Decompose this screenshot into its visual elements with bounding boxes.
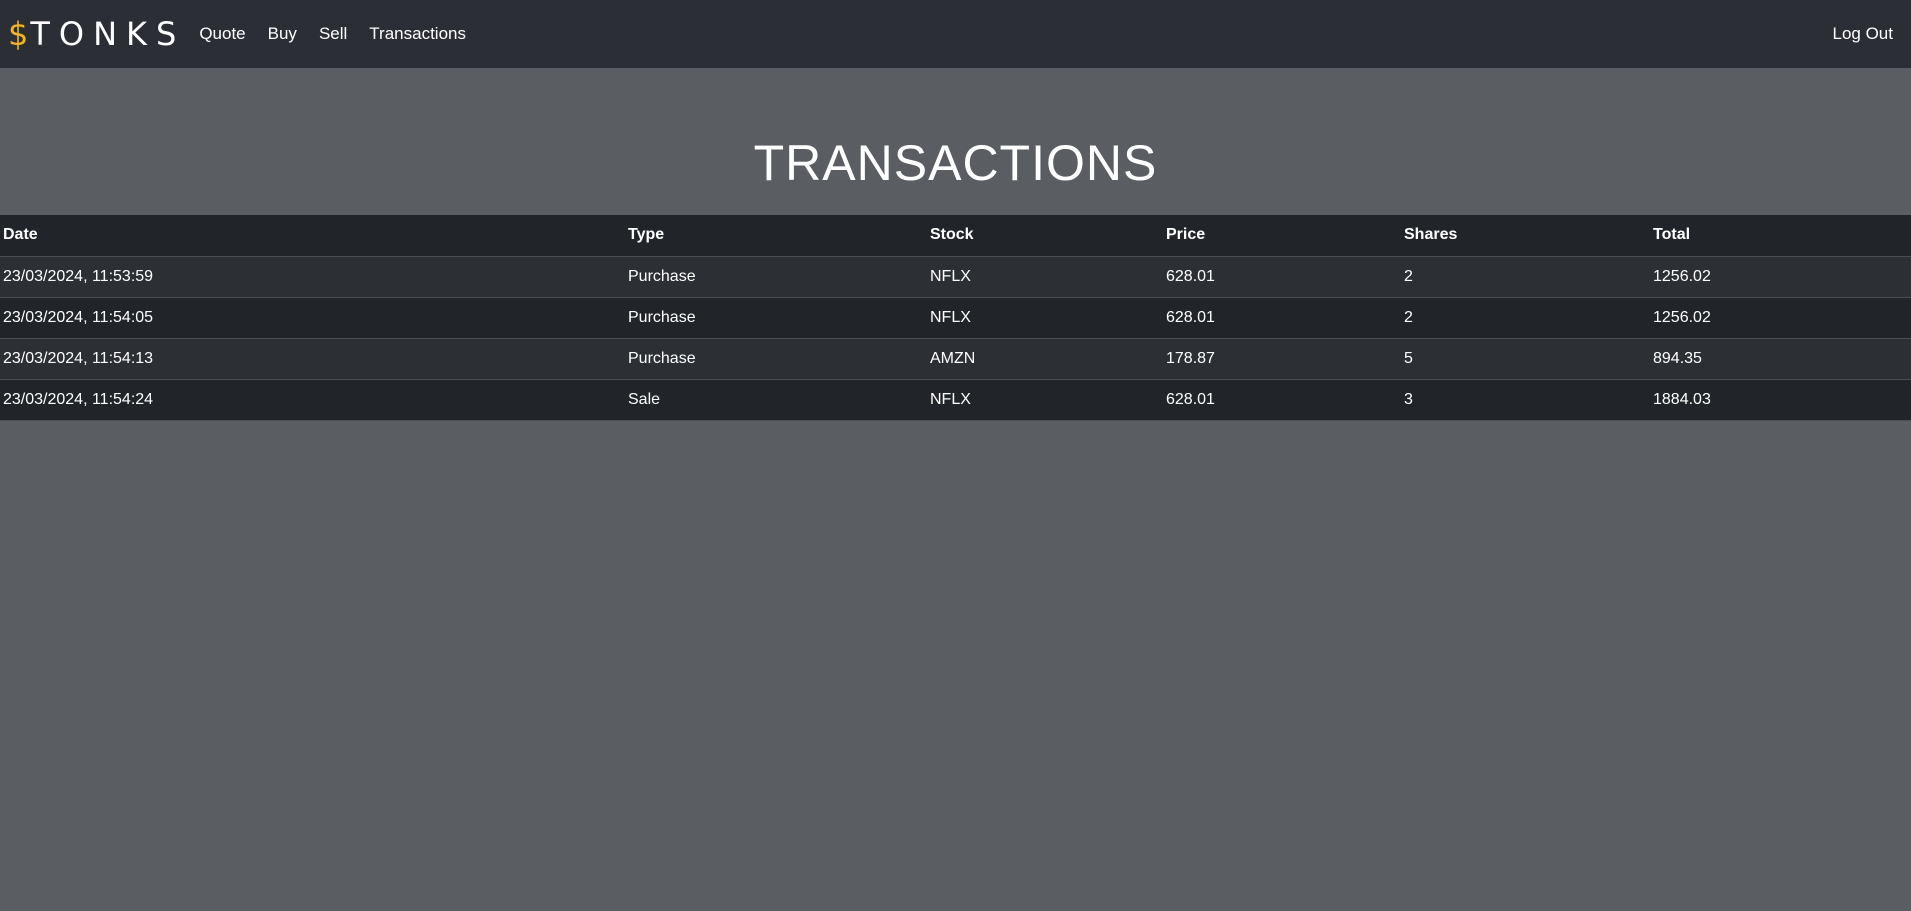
- navbar: $ TONKS Quote Buy Sell Transactions Log …: [0, 0, 1911, 68]
- cell-type: Purchase: [628, 308, 696, 326]
- brand-dollar-symbol: $: [8, 15, 31, 53]
- nav-links: Quote Buy Sell Transactions: [199, 24, 488, 44]
- column-header-shares: Shares: [1401, 215, 1650, 257]
- cell-shares: 5: [1404, 349, 1413, 367]
- cell-date: 23/03/2024, 11:54:24: [3, 390, 154, 408]
- table-row: 23/03/2024, 11:54:24 Sale NFLX 628.01 3 …: [0, 379, 1911, 420]
- table-header-row: Date Type Stock Price Shares Total: [0, 215, 1911, 257]
- cell-stock: NFLX: [930, 308, 971, 326]
- table-row: 23/03/2024, 11:53:59 Purchase NFLX 628.0…: [0, 256, 1911, 297]
- cell-type: Purchase: [628, 349, 696, 367]
- cell-total: 1256.02: [1653, 308, 1711, 326]
- nav-link-buy[interactable]: Buy: [268, 24, 297, 44]
- column-header-total: Total: [1650, 215, 1911, 257]
- cell-shares: 3: [1404, 390, 1413, 408]
- cell-shares: 2: [1404, 308, 1413, 326]
- cell-price: 628.01: [1166, 308, 1215, 326]
- cell-stock: NFLX: [930, 267, 971, 285]
- cell-price: 178.87: [1166, 349, 1215, 367]
- column-header-type: Type: [625, 215, 927, 257]
- cell-stock: NFLX: [930, 390, 971, 408]
- cell-total: 1884.03: [1653, 390, 1711, 408]
- cell-date: 23/03/2024, 11:54:13: [3, 349, 154, 367]
- nav-link-sell[interactable]: Sell: [319, 24, 347, 44]
- cell-stock: AMZN: [930, 349, 976, 367]
- column-header-stock: Stock: [927, 215, 1163, 257]
- cell-shares: 2: [1404, 267, 1413, 285]
- nav-link-quote[interactable]: Quote: [199, 24, 245, 44]
- cell-date: 23/03/2024, 11:54:05: [3, 308, 154, 326]
- table-row: 23/03/2024, 11:54:13 Purchase AMZN 178.8…: [0, 338, 1911, 379]
- logout-link[interactable]: Log Out: [1833, 24, 1894, 44]
- cell-price: 628.01: [1166, 390, 1215, 408]
- cell-total: 894.35: [1653, 349, 1702, 367]
- cell-type: Sale: [628, 390, 661, 408]
- column-header-price: Price: [1163, 215, 1401, 257]
- nav-link-transactions[interactable]: Transactions: [369, 24, 466, 44]
- cell-price: 628.01: [1166, 267, 1215, 285]
- transactions-table: Date Type Stock Price Shares Total 23/03…: [0, 215, 1911, 421]
- page-title: TRANSACTIONS: [753, 135, 1158, 191]
- cell-total: 1256.02: [1653, 267, 1711, 285]
- table-row: 23/03/2024, 11:54:05 Purchase NFLX 628.0…: [0, 297, 1911, 338]
- cell-type: Purchase: [628, 267, 696, 285]
- column-header-date: Date: [0, 215, 625, 257]
- cell-date: 23/03/2024, 11:53:59: [3, 267, 154, 285]
- brand-name: TONKS: [30, 15, 186, 53]
- brand-logo[interactable]: $ TONKS: [8, 18, 185, 50]
